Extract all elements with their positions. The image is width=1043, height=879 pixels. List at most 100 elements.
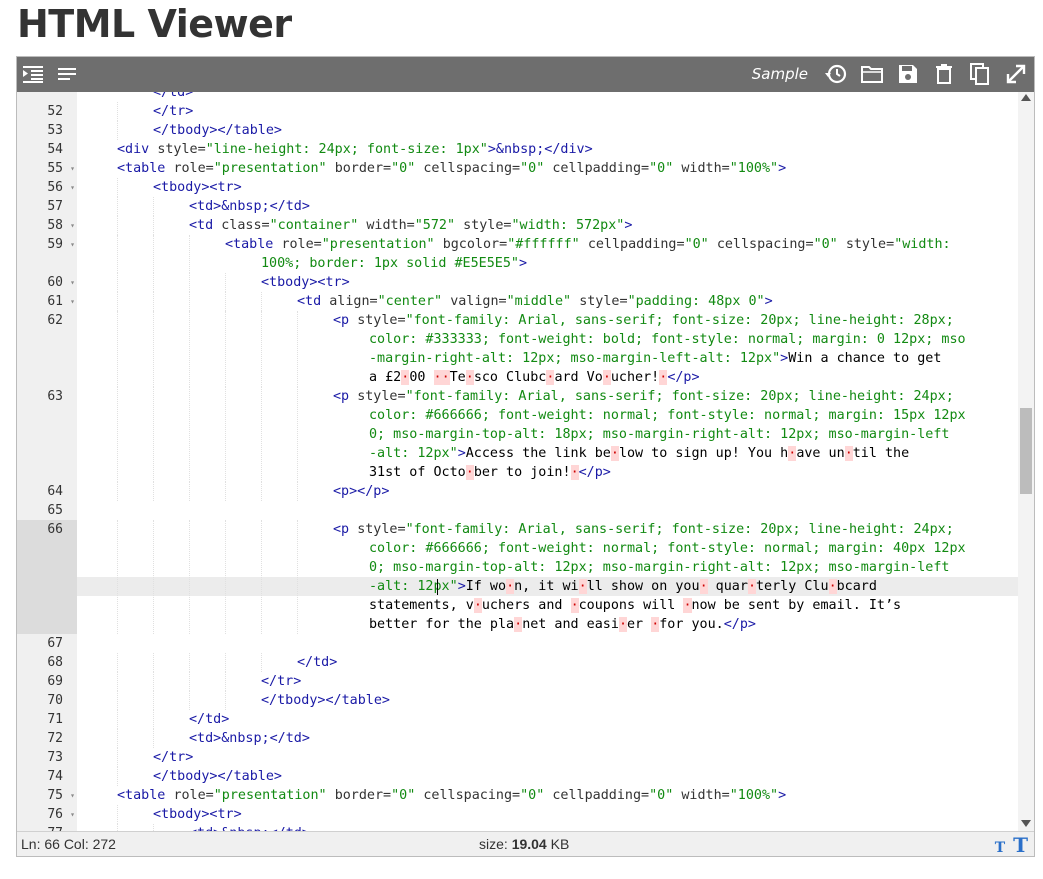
code-text[interactable] bbox=[77, 634, 1017, 653]
code-text[interactable]: <td>&nbsp;</td> bbox=[77, 729, 1017, 748]
code-line[interactable]: 70 </tbody></table> bbox=[17, 691, 1017, 710]
code-line[interactable]: 65 bbox=[17, 501, 1017, 520]
indent-guide bbox=[297, 520, 298, 634]
code-line[interactable]: 56 ▾ <tbody><tr> bbox=[17, 178, 1017, 197]
indent-icon[interactable] bbox=[21, 62, 45, 86]
copy-icon[interactable] bbox=[968, 62, 992, 86]
code-text[interactable]: <p></p> bbox=[77, 482, 1017, 501]
indent-guide bbox=[117, 387, 118, 482]
code-text[interactable]: <table role="presentation" border="0" ce… bbox=[77, 159, 1017, 178]
code-text[interactable]: <td align="center" valign="middle" style… bbox=[77, 292, 1017, 311]
indent-guide bbox=[189, 520, 190, 634]
code-text[interactable]: </tr> bbox=[77, 102, 1017, 121]
line-number bbox=[17, 92, 77, 102]
indent-guide bbox=[117, 235, 118, 273]
code-text[interactable]: <td class="container" width="572" style=… bbox=[77, 216, 1017, 235]
code-text[interactable]: <table role="presentation" border="0" ce… bbox=[77, 786, 1017, 805]
code-text[interactable]: <tbody><tr> bbox=[77, 805, 1017, 824]
vertical-scrollbar[interactable] bbox=[1018, 92, 1034, 831]
code-content bbox=[81, 636, 89, 651]
file-size: size: 19.04 KB bbox=[479, 836, 569, 852]
code-content: <p style="font-family: Arial, sans-serif… bbox=[333, 313, 966, 385]
code-text[interactable]: </tr> bbox=[77, 748, 1017, 767]
code-content: </tr> bbox=[153, 750, 194, 765]
code-line[interactable]: 52 </tr> bbox=[17, 102, 1017, 121]
code-line[interactable]: 58 ▾ <td class="container" width="572" sty… bbox=[17, 216, 1017, 235]
code-line[interactable]: 63 <p style="font-family: Arial, sans-ser… bbox=[17, 387, 1017, 482]
indent-guide bbox=[189, 482, 190, 501]
sample-button[interactable]: Sample bbox=[752, 65, 808, 83]
indent-guide bbox=[117, 824, 118, 831]
code-line[interactable]: 68 </td> bbox=[17, 653, 1017, 672]
code-line[interactable]: 55 ▾ <table role="presentation" border="0"… bbox=[17, 159, 1017, 178]
indent-guide bbox=[261, 520, 262, 634]
indent-guide bbox=[117, 805, 118, 824]
code-text[interactable]: <p style="font-family: Arial, sans-serif… bbox=[77, 520, 1017, 634]
indent-guide bbox=[153, 482, 154, 501]
fold-toggle-icon[interactable]: ▾ bbox=[70, 786, 75, 805]
fold-toggle-icon[interactable]: ▾ bbox=[70, 805, 75, 824]
code-line[interactable]: 71 </td> bbox=[17, 710, 1017, 729]
code-text[interactable]: <tbody><tr> bbox=[77, 273, 1017, 292]
fold-toggle-icon[interactable]: ▾ bbox=[70, 273, 75, 292]
code-line[interactable]: 62 <p style="font-family: Arial, sans-ser… bbox=[17, 311, 1017, 387]
code-text[interactable]: <td>&nbsp;</td> bbox=[77, 824, 1017, 831]
indent-guide bbox=[153, 824, 154, 831]
code-text[interactable]: <div style="line-height: 24px; font-size… bbox=[77, 140, 1017, 159]
code-line[interactable]: 64 <p></p> bbox=[17, 482, 1017, 501]
code-text[interactable]: </td> bbox=[77, 710, 1017, 729]
folder-icon[interactable] bbox=[860, 62, 884, 86]
code-line[interactable]: 61 ▾ <td align="center" valign="middle" st… bbox=[17, 292, 1017, 311]
history-icon[interactable] bbox=[824, 62, 848, 86]
code-text[interactable]: </td> bbox=[77, 653, 1017, 672]
font-increase-button[interactable]: T bbox=[1013, 833, 1028, 857]
save-icon[interactable] bbox=[896, 62, 920, 86]
scroll-up-arrow-icon[interactable] bbox=[1021, 94, 1031, 101]
code-line[interactable]: 57 <td>&nbsp;</td> bbox=[17, 197, 1017, 216]
code-content: <td align="center" valign="middle" style… bbox=[297, 294, 773, 309]
line-number: 62 bbox=[47, 313, 63, 328]
code-line[interactable]: 59 ▾ <table role="presentation" bgcolor="#… bbox=[17, 235, 1017, 273]
fold-toggle-icon[interactable]: ▾ bbox=[70, 178, 75, 197]
code-line[interactable]: 54 <div style="line-height: 24px; font-si… bbox=[17, 140, 1017, 159]
font-decrease-button[interactable]: T bbox=[995, 840, 1005, 856]
code-text[interactable]: <tbody><tr> bbox=[77, 178, 1017, 197]
fold-toggle-icon[interactable]: ▾ bbox=[70, 235, 75, 254]
code-line[interactable]: 73 </tr> bbox=[17, 748, 1017, 767]
code-line[interactable]: </td> bbox=[17, 92, 1017, 102]
scroll-down-arrow-icon[interactable] bbox=[1021, 820, 1031, 827]
code-text[interactable]: </tbody></table> bbox=[77, 691, 1017, 710]
code-line[interactable]: 72 <td>&nbsp;</td> bbox=[17, 729, 1017, 748]
fold-toggle-icon[interactable]: ▾ bbox=[70, 292, 75, 311]
expand-icon[interactable] bbox=[1004, 62, 1028, 86]
code-line[interactable]: 74 </tbody></table> bbox=[17, 767, 1017, 786]
code-line[interactable]: 69 </tr> bbox=[17, 672, 1017, 691]
code-content: </td> bbox=[297, 655, 338, 670]
code-area[interactable]: </td> 52 </tr> 53 </tbody></table> 54 <div sty… bbox=[17, 92, 1034, 831]
code-lines[interactable]: </td> 52 </tr> 53 </tbody></table> 54 <div sty… bbox=[17, 92, 1019, 831]
code-content: <p style="font-family: Arial, sans-serif… bbox=[333, 522, 966, 632]
code-text[interactable]: </tbody></table> bbox=[77, 121, 1017, 140]
wrap-text-icon[interactable] bbox=[55, 62, 79, 86]
code-line[interactable]: 76 ▾ <tbody><tr> bbox=[17, 805, 1017, 824]
code-text[interactable]: <td>&nbsp;</td> bbox=[77, 197, 1017, 216]
trash-icon[interactable] bbox=[932, 62, 956, 86]
scrollbar-thumb[interactable] bbox=[1020, 408, 1032, 494]
indent-guide bbox=[117, 216, 118, 235]
code-text[interactable]: <p style="font-family: Arial, sans-serif… bbox=[77, 387, 1017, 482]
line-number: 73 bbox=[47, 750, 63, 765]
code-line[interactable]: 66 <p style="font-family: Arial, sans-ser… bbox=[17, 520, 1019, 634]
indent-guide bbox=[117, 767, 118, 786]
code-line[interactable]: 75 ▾ <table role="presentation" border="0"… bbox=[17, 786, 1017, 805]
code-text[interactable]: <table role="presentation" bgcolor="#fff… bbox=[77, 235, 1017, 273]
fold-toggle-icon[interactable]: ▾ bbox=[70, 159, 75, 178]
code-text[interactable] bbox=[77, 501, 1017, 520]
code-line[interactable]: 60 ▾ <tbody><tr> bbox=[17, 273, 1017, 292]
code-text[interactable]: </tbody></table> bbox=[77, 767, 1017, 786]
code-text[interactable]: </tr> bbox=[77, 672, 1017, 691]
code-text[interactable]: <p style="font-family: Arial, sans-serif… bbox=[77, 311, 1017, 387]
code-line[interactable]: 67 bbox=[17, 634, 1017, 653]
fold-toggle-icon[interactable]: ▾ bbox=[70, 216, 75, 235]
code-line[interactable]: 53 </tbody></table> bbox=[17, 121, 1017, 140]
code-line[interactable]: 77<td>&nbsp;</td> bbox=[17, 824, 1017, 831]
